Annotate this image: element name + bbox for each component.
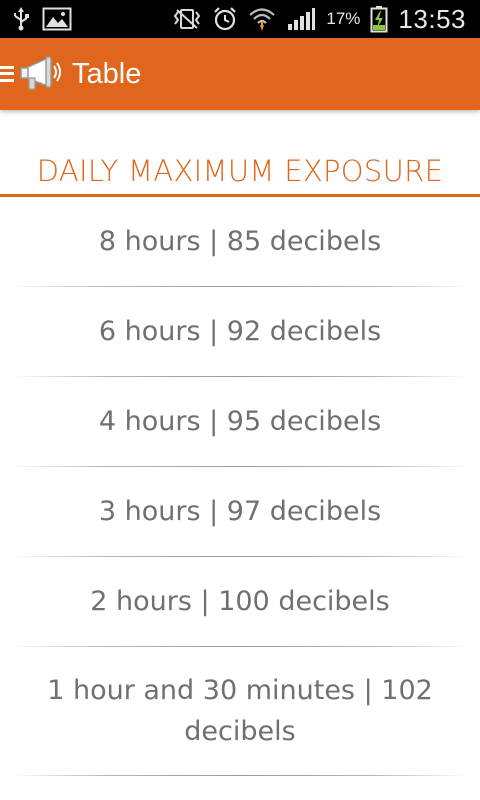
signal-icon: [286, 6, 316, 32]
usb-icon: [10, 6, 32, 32]
battery-percent: 17%: [326, 9, 361, 28]
alarm-icon: [212, 6, 238, 32]
battery-charging-icon: [370, 5, 388, 33]
image-icon: [42, 7, 72, 31]
action-bar: Table: [0, 38, 480, 110]
section-title: DAILY MAXIMUM EXPOSURE: [36, 154, 444, 188]
page-title: Table: [72, 57, 142, 90]
status-bar-right: 17% 13:53: [172, 4, 466, 35]
list-item[interactable]: 6 hours | 92 decibels: [0, 287, 480, 376]
list-item[interactable]: 1 hour and 30 minutes | 102 decibels: [0, 647, 480, 775]
drawer-menu-icon[interactable]: [0, 62, 16, 86]
clock-time: 13:53: [398, 3, 466, 34]
list-item[interactable]: 4 hours | 95 decibels: [0, 377, 480, 466]
wifi-icon: [248, 6, 276, 32]
megaphone-icon[interactable]: [18, 51, 64, 97]
vibrate-icon: [172, 8, 202, 30]
list-item[interactable]: 3 hours | 97 decibels: [0, 467, 480, 556]
status-bar-left: [10, 6, 72, 32]
list-item[interactable]: 2 hours | 100 decibels: [0, 557, 480, 646]
row-divider: [10, 775, 470, 776]
list-item[interactable]: 8 hours | 85 decibels: [0, 197, 480, 286]
status-bar: 17% 13:53: [0, 0, 480, 38]
exposure-list: 8 hours | 85 decibels 6 hours | 92 decib…: [0, 197, 480, 776]
exposure-table: DAILY MAXIMUM EXPOSURE 8 hours | 85 deci…: [0, 110, 480, 776]
